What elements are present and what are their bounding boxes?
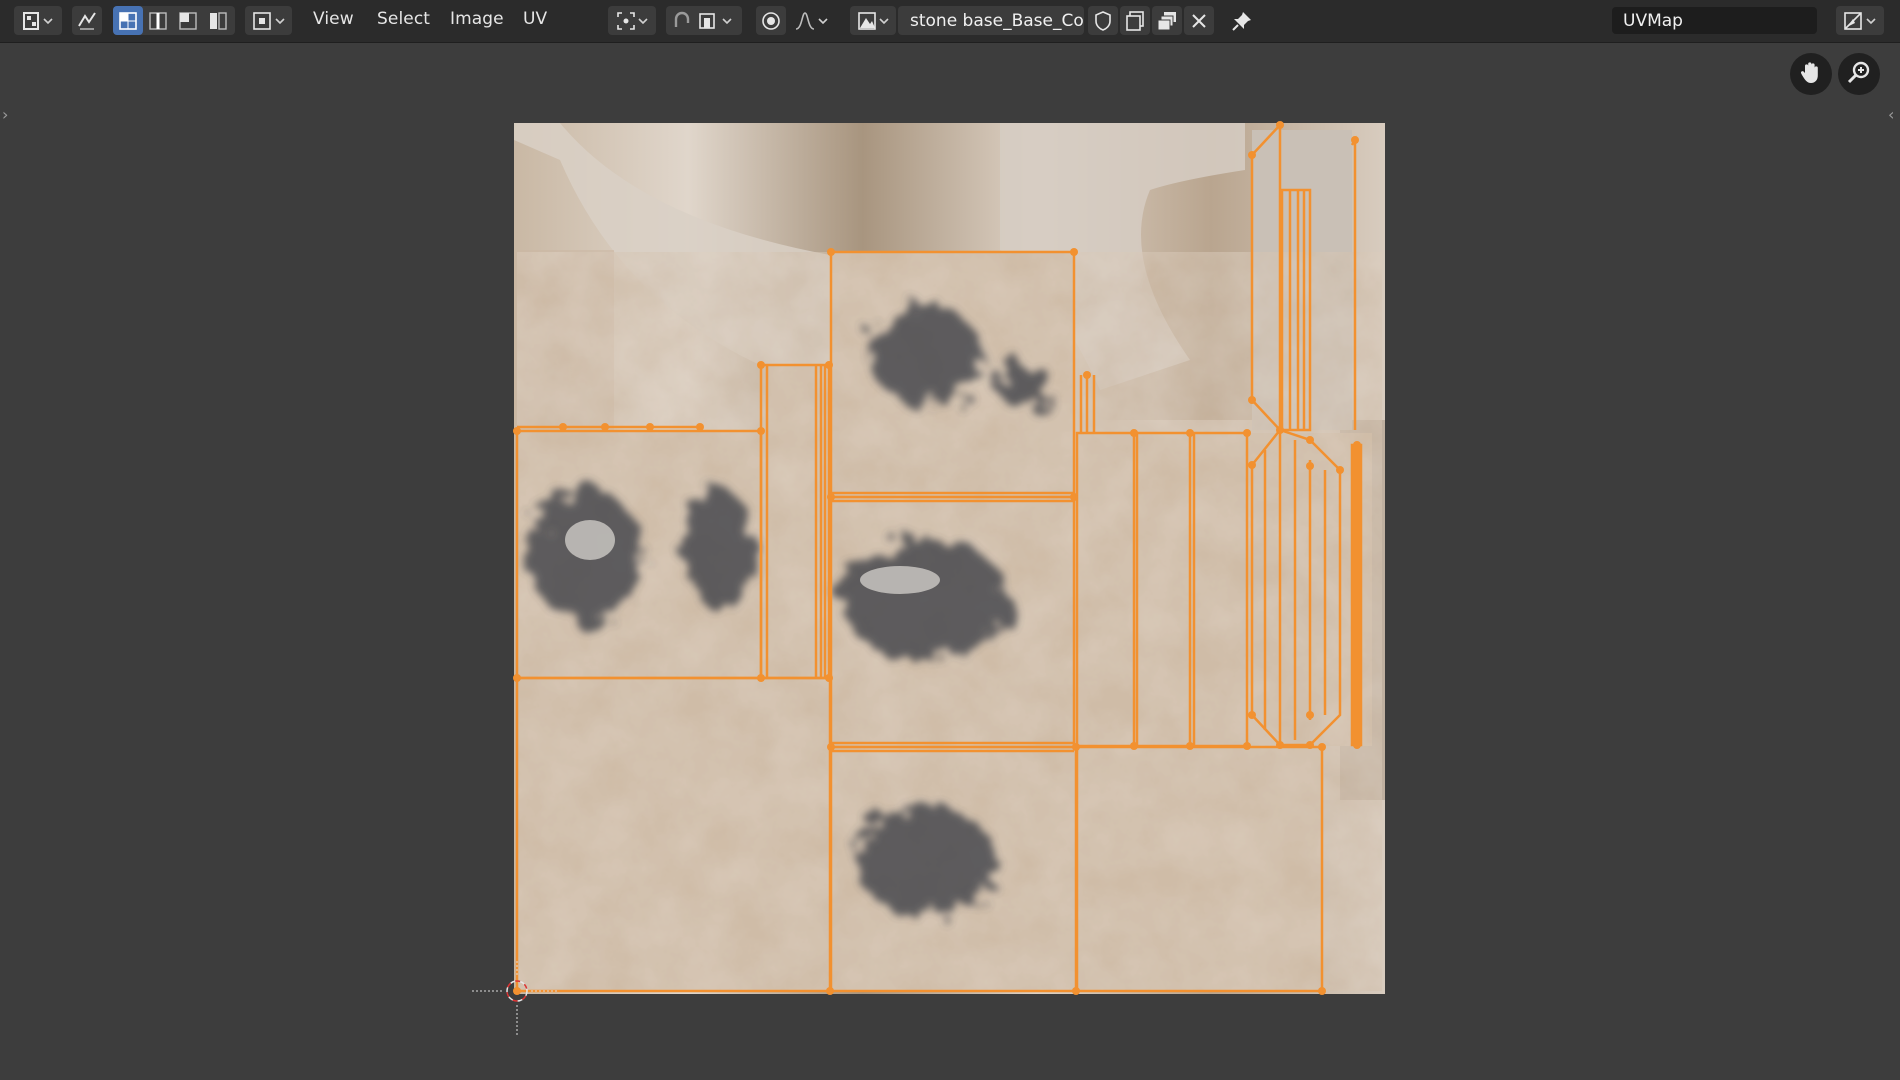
sidebar-toggle-icon[interactable]: ‹ [1888, 105, 1894, 124]
pivot-point-button[interactable] [608, 6, 656, 35]
image-name-field[interactable]: stone base_Base_Co.. [898, 6, 1084, 35]
editor-type-icon [21, 11, 55, 31]
image-browse-icon [856, 10, 890, 32]
edge-select-icon [147, 10, 169, 32]
snap-icon [671, 10, 693, 32]
zoom-icon [1846, 59, 1872, 89]
menu-select[interactable]: Select [377, 9, 430, 29]
island-select-icon [207, 10, 229, 32]
uv-canvas[interactable] [0, 43, 1900, 1080]
fake-user-button[interactable] [1088, 6, 1118, 35]
proportional-edit-icon [760, 10, 782, 32]
hand-pan-button[interactable] [1790, 53, 1832, 95]
open-image-icon [1156, 10, 1178, 32]
proportional-falloff-button[interactable] [788, 6, 836, 35]
pin-image-button[interactable] [1226, 6, 1258, 35]
unlink-icon [1188, 10, 1210, 32]
vertex-select-icon [117, 10, 139, 32]
image-browse-button[interactable] [850, 6, 896, 35]
menu-image[interactable]: Image [450, 9, 504, 29]
toolbar-toggle-icon[interactable]: › [2, 105, 8, 124]
falloff-icon [794, 10, 830, 32]
sync-selection-button[interactable] [72, 6, 102, 35]
sync-selection-icon [76, 10, 98, 32]
face-select-button[interactable] [173, 6, 203, 35]
pivot-icon [615, 10, 649, 32]
vertex-select-button[interactable] [113, 6, 143, 35]
face-select-icon [177, 10, 199, 32]
uv-map-field[interactable]: UVMap [1612, 7, 1817, 34]
sticky-selection-button[interactable] [245, 6, 292, 35]
edge-select-button[interactable] [143, 6, 173, 35]
menu-uv[interactable]: UV [523, 9, 547, 29]
display-mode-icon [1842, 10, 1878, 32]
unlink-image-button[interactable] [1184, 6, 1214, 35]
open-image-button[interactable] [1152, 6, 1182, 35]
display-mode-button[interactable] [1836, 6, 1884, 35]
hand-pan-icon [1798, 59, 1824, 89]
new-image-icon [1124, 10, 1146, 32]
editor-header: View Select Image UV stone base_Base_Co.… [0, 0, 1900, 43]
editor-type-button[interactable] [14, 6, 62, 35]
snap-target-icon [697, 10, 737, 32]
island-select-button[interactable] [203, 6, 233, 35]
menu-view[interactable]: View [313, 9, 354, 29]
pin-icon [1231, 10, 1253, 32]
new-image-button[interactable] [1120, 6, 1150, 35]
zoom-button[interactable] [1838, 53, 1880, 95]
uv-viewport[interactable]: › ‹ [0, 43, 1900, 1080]
proportional-edit-button[interactable] [756, 6, 786, 35]
snapping-button[interactable] [666, 6, 742, 35]
sticky-selection-icon [251, 10, 287, 32]
fake-user-icon [1092, 10, 1114, 32]
